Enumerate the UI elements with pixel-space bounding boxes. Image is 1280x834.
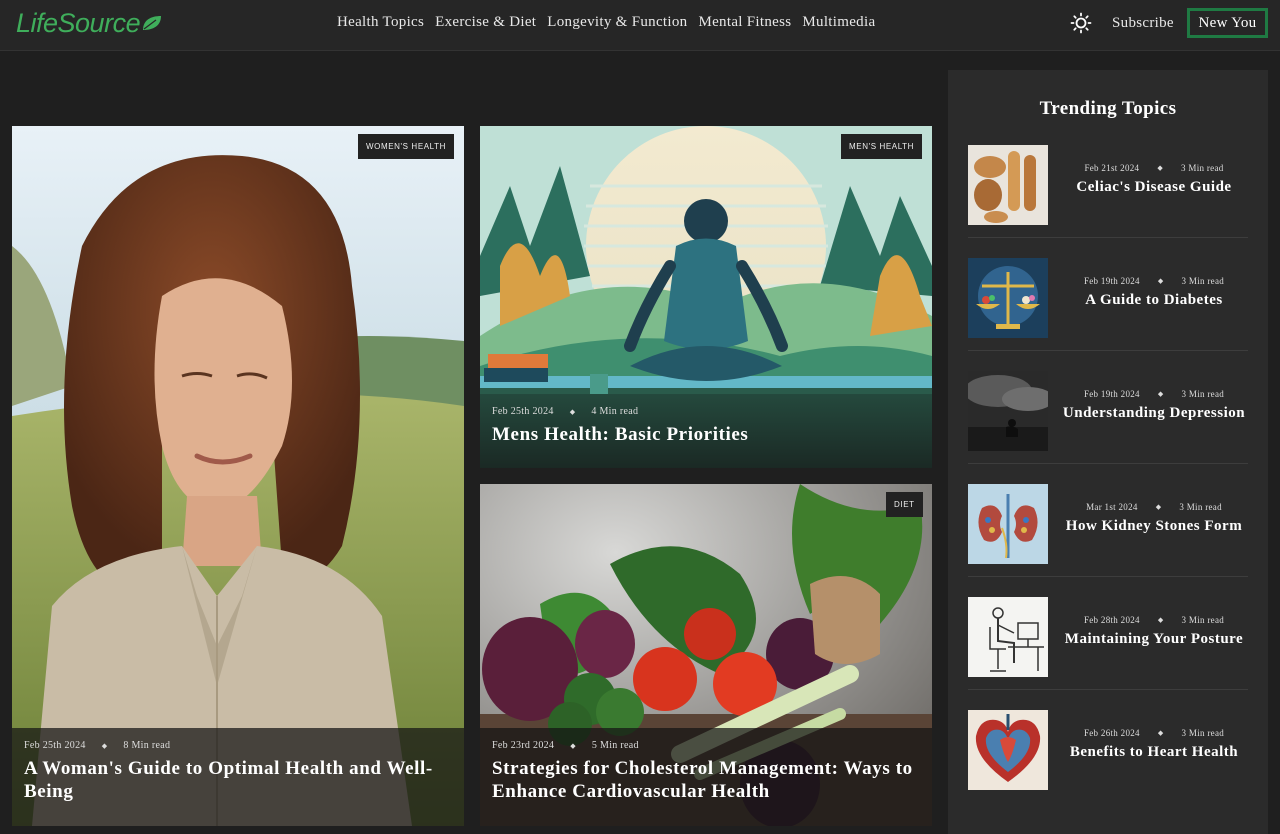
feature-card-womens-health[interactable]: WOMEN'S HEALTH Feb 25th 2024 ◆ 8 Min rea… <box>12 126 464 826</box>
article-title[interactable]: Strategies for Cholesterol Management: W… <box>492 757 920 803</box>
read-time: 3 Min read <box>1181 615 1225 625</box>
nav-mental-fitness[interactable]: Mental Fitness <box>698 14 791 31</box>
diamond-separator-icon: ◆ <box>570 741 576 750</box>
trending-info: Feb 21st 2024 ◆ 3 Min read Celiac's Dise… <box>1056 163 1252 196</box>
trending-info: Feb 19th 2024 ◆ 3 Min read A Guide to Di… <box>1056 276 1252 309</box>
read-time: 8 Min read <box>123 740 171 751</box>
trending-sidebar: Trending Topics Feb 21st 2024 ◆ 3 Min re… <box>948 70 1268 834</box>
read-time: 4 Min read <box>591 406 639 417</box>
article-title[interactable]: Mens Health: Basic Priorities <box>492 423 920 446</box>
stormy-figure-thumbnail <box>968 371 1048 451</box>
sun-icon[interactable] <box>1070 12 1092 34</box>
card-caption: Feb 23rd 2024 ◆ 5 Min read Strategies fo… <box>480 728 932 826</box>
article-date: Feb 25th 2024 <box>24 740 86 751</box>
new-you-button[interactable]: New You <box>1187 8 1268 38</box>
feature-card-mens-health[interactable]: MEN'S HEALTH Feb 25th 2024 ◆ 4 Min read … <box>480 126 932 468</box>
read-time: 5 Min read <box>591 740 639 751</box>
diamond-separator-icon: ◆ <box>1157 729 1164 737</box>
read-time: 3 Min read <box>1181 728 1225 738</box>
article-meta: Feb 21st 2024 ◆ 3 Min read <box>1056 163 1252 173</box>
anatomical-heart-thumbnail <box>968 710 1048 790</box>
trending-title[interactable]: A Guide to Diabetes <box>1056 292 1252 309</box>
kidneys-thumbnail <box>968 484 1048 564</box>
article-meta: Feb 19th 2024 ◆ 3 Min read <box>1056 389 1252 399</box>
diamond-separator-icon: ◆ <box>101 741 108 750</box>
article-meta: Feb 25th 2024 ◆ 4 Min read <box>492 406 920 417</box>
article-date: Feb 23rd 2024 <box>492 740 555 751</box>
article-meta: Feb 26th 2024 ◆ 3 Min read <box>1056 728 1252 738</box>
article-meta: Feb 19th 2024 ◆ 3 Min read <box>1056 276 1252 286</box>
logo-text: LifeSource <box>16 7 141 38</box>
sidebar-heading: Trending Topics <box>1039 98 1177 119</box>
category-tag[interactable]: MEN'S HEALTH <box>841 134 923 159</box>
article-date: Feb 19th 2024 <box>1083 389 1140 399</box>
woman-portrait-image <box>12 126 464 826</box>
bread-thumbnail <box>968 145 1048 225</box>
trending-info: Mar 1st 2024 ◆ 3 Min read How Kidney Sto… <box>1056 502 1252 535</box>
trending-title[interactable]: Celiac's Disease Guide <box>1056 179 1252 196</box>
trending-item[interactable]: Mar 1st 2024 ◆ 3 Min read How Kidney Sto… <box>968 479 1248 577</box>
read-time: 3 Min read <box>1181 276 1225 286</box>
posture-sketch-thumbnail <box>968 597 1048 677</box>
category-tag[interactable]: DIET <box>886 492 923 517</box>
article-meta: Feb 23rd 2024 ◆ 5 Min read <box>492 740 920 751</box>
trending-item[interactable]: Feb 21st 2024 ◆ 3 Min read Celiac's Dise… <box>968 140 1248 238</box>
nav-multimedia[interactable]: Multimedia <box>802 14 875 31</box>
article-date: Feb 21st 2024 <box>1084 163 1140 173</box>
article-date: Feb 26th 2024 <box>1083 728 1140 738</box>
article-meta: Feb 25th 2024 ◆ 8 Min read <box>24 740 452 751</box>
article-date: Feb 25th 2024 <box>492 406 554 417</box>
main-nav: Health Topics Exercise & Diet Longevity … <box>337 14 886 31</box>
trending-item[interactable]: Feb 26th 2024 ◆ 3 Min read Benefits to H… <box>968 705 1248 803</box>
diamond-separator-icon: ◆ <box>569 407 576 416</box>
subscribe-link[interactable]: Subscribe <box>1112 15 1174 32</box>
diamond-separator-icon: ◆ <box>1157 164 1164 172</box>
article-date: Mar 1st 2024 <box>1086 502 1138 512</box>
article-meta: Feb 28th 2024 ◆ 3 Min read <box>1056 615 1252 625</box>
read-time: 3 Min read <box>1181 389 1225 399</box>
article-date: Feb 28th 2024 <box>1083 615 1140 625</box>
diamond-separator-icon: ◆ <box>1157 390 1164 398</box>
trending-info: Feb 19th 2024 ◆ 3 Min read Understanding… <box>1056 389 1252 422</box>
trending-title[interactable]: How Kidney Stones Form <box>1056 518 1252 535</box>
nav-exercise-diet[interactable]: Exercise & Diet <box>435 14 536 31</box>
balance-scale-thumbnail <box>968 258 1048 338</box>
card-caption: Feb 25th 2024 ◆ 8 Min read A Woman's Gui… <box>12 728 464 826</box>
trending-title[interactable]: Maintaining Your Posture <box>1056 631 1252 648</box>
nav-longevity-function[interactable]: Longevity & Function <box>547 14 687 31</box>
article-date: Feb 19th 2024 <box>1083 276 1140 286</box>
trending-item[interactable]: Feb 19th 2024 ◆ 3 Min read Understanding… <box>968 366 1248 464</box>
diamond-separator-icon: ◆ <box>1157 277 1164 285</box>
read-time: 3 Min read <box>1181 163 1224 173</box>
leaf-icon <box>143 16 162 30</box>
read-time: 3 Min read <box>1179 502 1222 512</box>
nav-health-topics[interactable]: Health Topics <box>337 14 424 31</box>
card-caption: Feb 25th 2024 ◆ 4 Min read Mens Health: … <box>480 394 932 468</box>
site-logo[interactable]: LifeSource <box>16 6 163 40</box>
diamond-separator-icon: ◆ <box>1155 503 1162 511</box>
feature-card-diet[interactable]: DIET Feb 23rd 2024 ◆ 5 Min read Strategi… <box>480 484 932 826</box>
trending-item[interactable]: Feb 28th 2024 ◆ 3 Min read Maintaining Y… <box>968 592 1248 690</box>
trending-title[interactable]: Understanding Depression <box>1056 405 1252 422</box>
site-header: LifeSource Health Topics Exercise & Diet… <box>0 0 1280 51</box>
category-tag[interactable]: WOMEN'S HEALTH <box>358 134 455 159</box>
article-meta: Mar 1st 2024 ◆ 3 Min read <box>1056 502 1252 512</box>
diamond-separator-icon: ◆ <box>1157 616 1164 624</box>
trending-info: Feb 28th 2024 ◆ 3 Min read Maintaining Y… <box>1056 615 1252 648</box>
trending-info: Feb 26th 2024 ◆ 3 Min read Benefits to H… <box>1056 728 1252 761</box>
article-title[interactable]: A Woman's Guide to Optimal Health and We… <box>24 757 452 803</box>
trending-item[interactable]: Feb 19th 2024 ◆ 3 Min read A Guide to Di… <box>968 253 1248 351</box>
trending-title[interactable]: Benefits to Heart Health <box>1056 744 1252 761</box>
